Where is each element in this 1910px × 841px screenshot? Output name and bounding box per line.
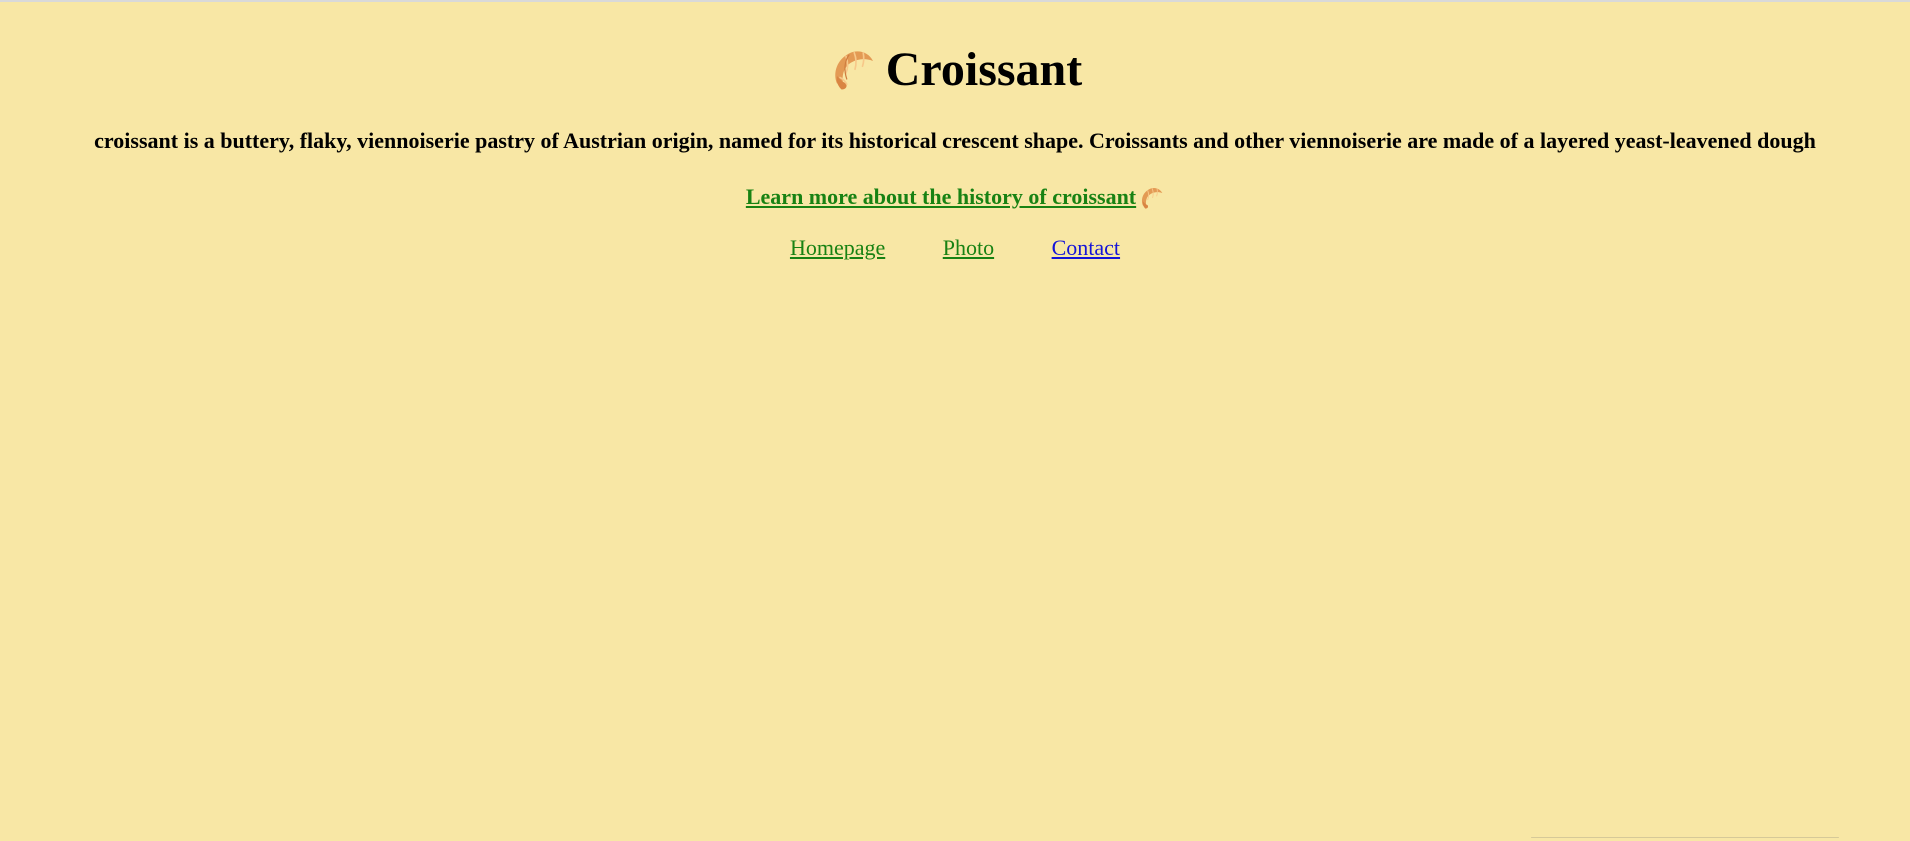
history-link-label: Learn more about the history of croissan… [745,184,1137,209]
nav-homepage-link[interactable]: Homepage [790,235,885,261]
croissant-icon [1138,185,1164,211]
history-link-wrap: Learn more about the history of croissan… [0,184,1910,210]
page-title: Croissant [885,43,1083,96]
page: Croissant croissant is a buttery, flaky,… [0,0,1910,841]
main-nav: Homepage Photo Contact [0,235,1910,261]
intro-text: croissant is a buttery, flaky, viennoise… [94,128,1816,153]
header: Croissant [0,40,1910,100]
bottom-corner-line [1531,837,1839,838]
history-link[interactable]: Learn more about the history of croissan… [746,184,1164,210]
croissant-icon [828,44,876,96]
nav-photo-link[interactable]: Photo [943,235,994,261]
nav-contact-link[interactable]: Contact [1052,235,1120,261]
